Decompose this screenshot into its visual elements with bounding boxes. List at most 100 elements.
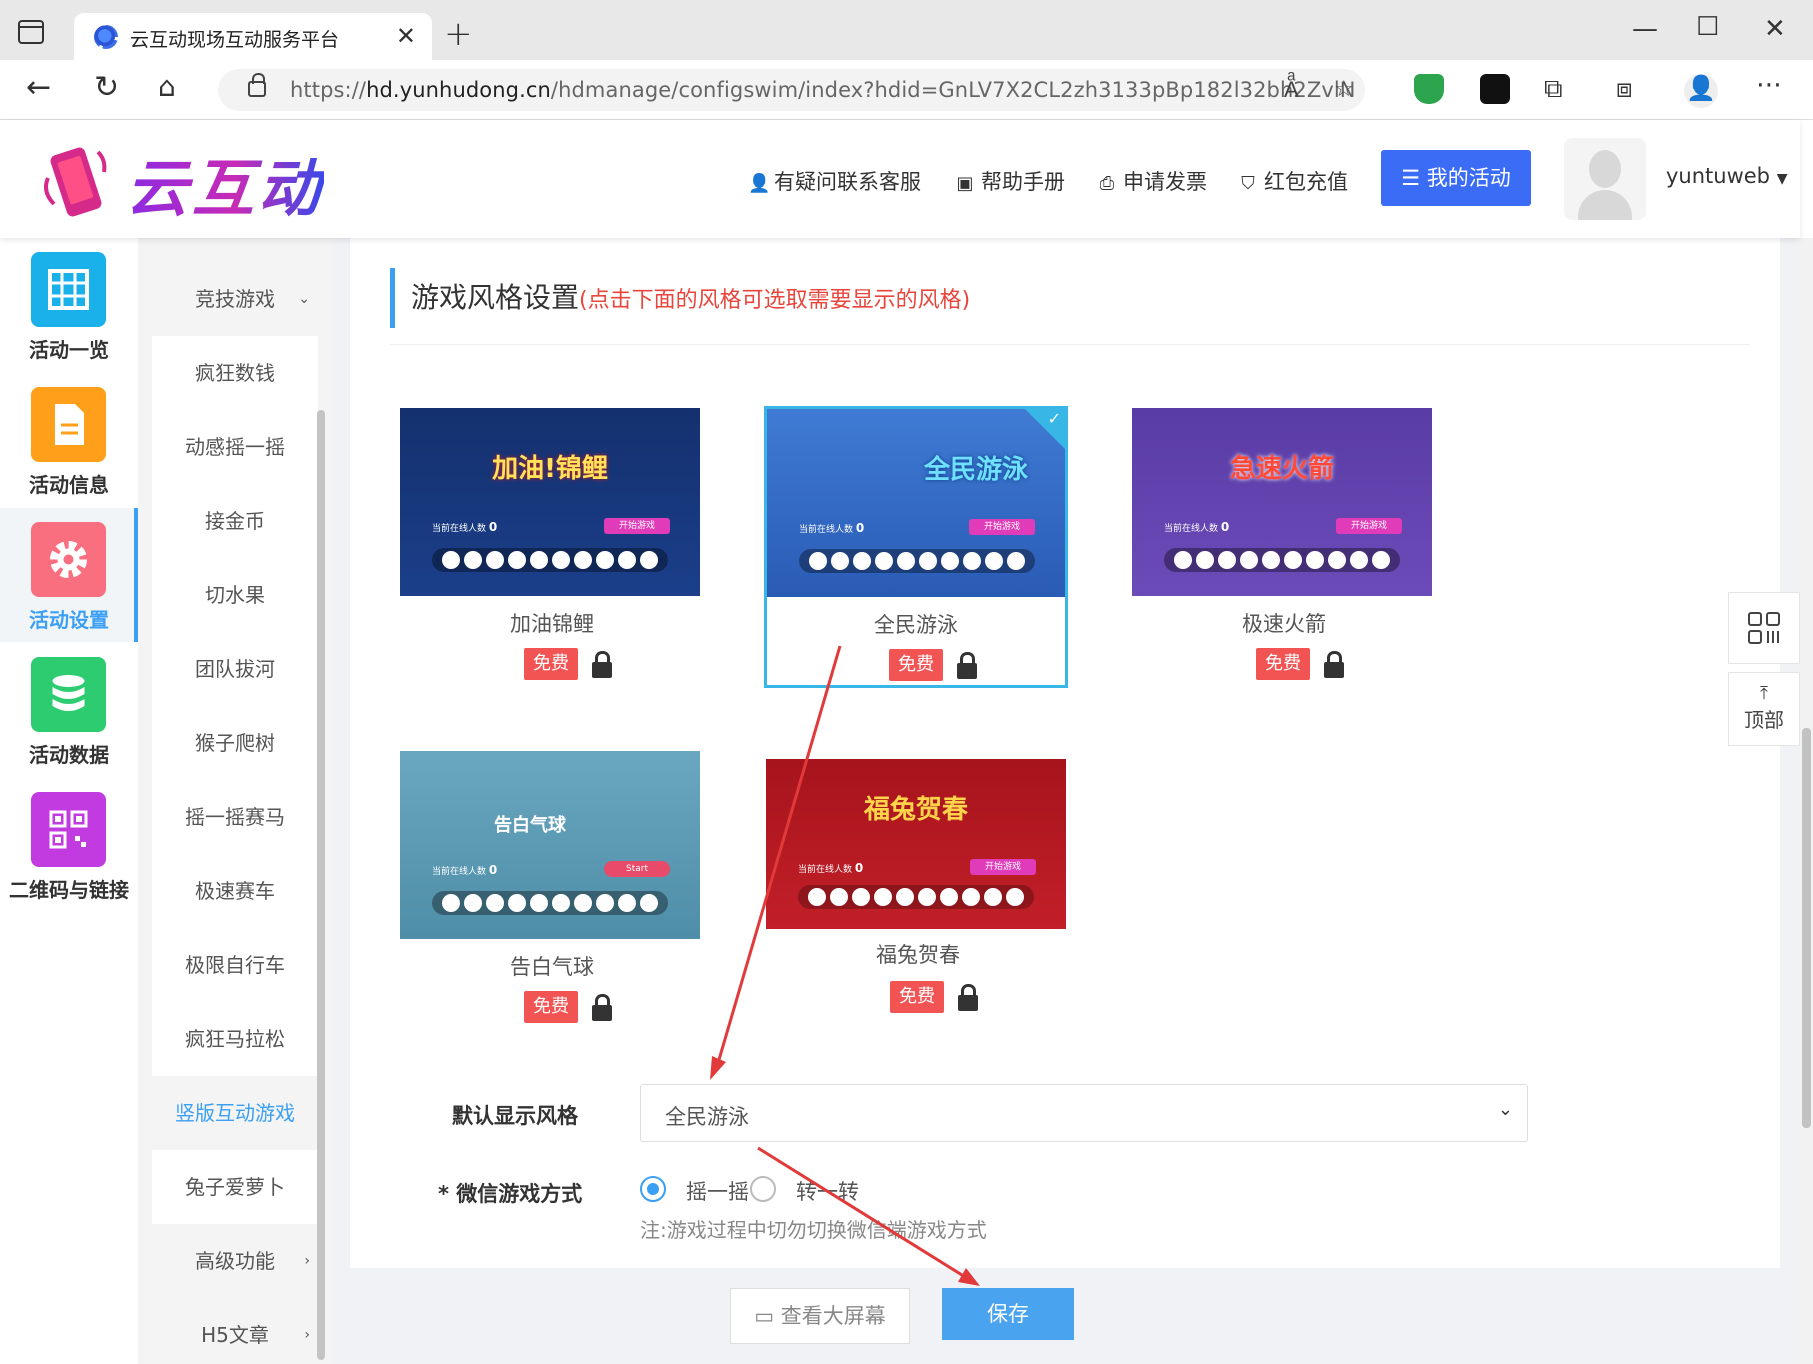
divider — [390, 344, 1750, 345]
player-dots — [798, 885, 1034, 909]
qrcode-icon — [1748, 612, 1780, 644]
left-nav: 活动一览 活动信息 活动设置 活动数据 二维码与链接 — [0, 238, 138, 1364]
online-count: 当前在线人数 0 — [799, 521, 865, 535]
browser-toolbar: ← ↻ ⌂ https://hd.yunhudong.cn/hdmanage/c… — [0, 60, 1813, 120]
book-icon: ▣ — [956, 173, 974, 194]
player-dots — [432, 891, 668, 915]
nav-qrcode-links[interactable]: 二维码与链接 — [0, 778, 138, 912]
monitor-icon: ▭ — [754, 1304, 781, 1328]
invoice-link[interactable]: ⎙ 申请发票 — [1097, 166, 1207, 196]
my-activity-button[interactable]: ☰ 我的活动 — [1381, 150, 1531, 206]
submenu-item-active[interactable]: 竖版互动游戏 — [152, 1076, 318, 1150]
default-style-select[interactable]: 全民游泳 ⌄ — [640, 1084, 1528, 1142]
nav-activity-data[interactable]: 活动数据 — [0, 643, 138, 777]
thumb-start-button: 开始游戏 — [1336, 518, 1402, 534]
submenu-item[interactable]: 动感摇一摇 — [152, 410, 318, 484]
online-count: 当前在线人数 0 — [432, 520, 498, 534]
free-badge: 免费 — [889, 649, 943, 681]
arrow-up-icon: ⤒ — [1760, 683, 1768, 704]
new-tab-icon[interactable]: + — [444, 14, 473, 54]
nav-activity-settings[interactable]: 活动设置 — [0, 508, 138, 642]
favorite-add-icon[interactable]: ☆ — [1334, 77, 1354, 102]
submenu-competitive-games[interactable]: 竞技游戏 ⌄ — [152, 262, 318, 336]
style-card-koi[interactable]: 加油!锦鲤 当前在线人数 0 开始游戏 加油锦鲤 免费 — [400, 408, 704, 690]
lock-icon[interactable] — [248, 73, 266, 97]
submenu-item[interactable]: 切水果 — [152, 558, 318, 632]
sidebar-toggle-icon[interactable] — [18, 20, 44, 44]
submenu-advanced[interactable]: 高级功能 › — [152, 1224, 318, 1298]
logo-text[interactable]: 云互动 — [126, 138, 324, 228]
submenu-item[interactable]: 猴子爬树 — [152, 706, 318, 780]
recharge-link[interactable]: ⛉ 红包充值 — [1238, 166, 1348, 196]
submenu-item[interactable]: 团队拔河 — [152, 632, 318, 706]
radio-label-spin[interactable]: 转一转 — [796, 1176, 859, 1206]
list-icon: ☰ — [1401, 166, 1427, 190]
lock-icon — [958, 984, 978, 1011]
shield-extension-icon[interactable] — [1414, 74, 1444, 104]
style-thumbnail: 急速火箭 当前在线人数 0 开始游戏 — [1132, 408, 1432, 596]
chevron-right-icon: › — [304, 1253, 310, 1269]
nav-label: 二维码与链接 — [9, 878, 129, 902]
gear-icon — [31, 522, 106, 597]
refresh-icon[interactable]: ↻ — [94, 70, 119, 105]
nav-activity-info[interactable]: 活动信息 — [0, 373, 138, 507]
page-scrollbar[interactable] — [1800, 238, 1813, 1364]
lock-icon — [592, 994, 612, 1021]
style-card-swim-selected[interactable]: 全民游泳 当前在线人数 0 开始游戏 ✓ 全民游泳 免费 — [764, 406, 1068, 688]
back-to-top-button[interactable]: ⤒ 顶部 — [1728, 672, 1800, 746]
main-content: 游戏风格设置(点击下面的风格可选取需要显示的风格) 加油!锦鲤 当前在线人数 0… — [332, 238, 1800, 1364]
back-icon[interactable]: ← — [26, 70, 51, 105]
style-name: 加油锦鲤 — [510, 612, 594, 636]
more-icon[interactable]: ⋯ — [1756, 70, 1782, 100]
tab-bar: 云互动现场互动服务平台 ✕ + — ☐ ✕ — [0, 0, 1813, 60]
settings-panel: 游戏风格设置(点击下面的风格可选取需要显示的风格) 加油!锦鲤 当前在线人数 0… — [350, 238, 1780, 1268]
minimize-icon[interactable]: — — [1632, 14, 1658, 44]
game-extension-icon[interactable] — [1480, 74, 1510, 104]
submenu-item[interactable]: 疯狂数钱 — [152, 336, 318, 410]
browser-tab[interactable]: 云互动现场互动服务平台 ✕ — [74, 13, 432, 60]
address-bar[interactable]: https://hd.yunhudong.cn/hdmanage/configs… — [218, 69, 1365, 111]
lock-icon — [1324, 651, 1344, 678]
section-title: 游戏风格设置(点击下面的风格可选取需要显示的风格) — [390, 268, 970, 328]
style-card-balloon[interactable]: 告白气球 当前在线人数 0 Start 告白气球 免费 — [400, 751, 704, 1033]
submenu-h5-article[interactable]: H5文章 › — [152, 1298, 318, 1364]
nav-activity-overview[interactable]: 活动一览 — [0, 238, 138, 372]
thumb-title: 福兔贺春 — [863, 795, 968, 825]
style-card-rocket[interactable]: 急速火箭 当前在线人数 0 开始游戏 极速火箭 免费 — [1132, 408, 1436, 690]
nav-label: 活动信息 — [29, 473, 109, 497]
submenu-item[interactable]: 接金币 — [152, 484, 318, 558]
style-card-rabbit[interactable]: 福兔贺春 当前在线人数 0 开始游戏 福兔贺春 免费 — [766, 759, 1070, 1019]
collections-icon[interactable]: ⧈ — [1616, 74, 1633, 105]
contact-support-link[interactable]: 👤 有疑问联系客服 — [748, 166, 921, 196]
read-aloud-icon[interactable]: A͏ͣ — [1284, 77, 1299, 103]
shield-check-icon: ⛉ — [1241, 173, 1255, 194]
wechat-mode-label: * 微信游戏方式 — [438, 1182, 583, 1206]
thumb-start-button: 开始游戏 — [604, 518, 670, 534]
view-big-screen-button[interactable]: ▭ 查看大屏幕 — [730, 1288, 910, 1344]
save-button[interactable]: 保存 — [942, 1288, 1074, 1340]
radio-label-shake[interactable]: 摇一摇 — [686, 1176, 749, 1206]
maximize-icon[interactable]: ☐ — [1696, 12, 1719, 42]
submenu-scrollbar[interactable] — [317, 410, 325, 1360]
submenu-item[interactable]: 极速赛车 — [152, 854, 318, 928]
close-tab-icon[interactable]: ✕ — [396, 22, 416, 50]
style-name: 全民游泳 — [874, 613, 958, 637]
player-dots — [799, 549, 1035, 573]
style-name: 极速火箭 — [1242, 612, 1326, 636]
radio-shake[interactable] — [640, 1176, 666, 1202]
radio-spin[interactable] — [750, 1176, 776, 1202]
chevron-down-icon: ⌄ — [1497, 1099, 1513, 1120]
submenu-item[interactable]: 极限自行车 — [152, 928, 318, 1002]
submenu-item[interactable]: 摇一摇赛马 — [152, 780, 318, 854]
avatar[interactable] — [1564, 138, 1646, 220]
extensions-icon[interactable]: ⧉ — [1544, 74, 1563, 105]
username-dropdown[interactable]: yuntuweb ▼ — [1666, 164, 1787, 188]
submenu-item[interactable]: 兔子爱萝卜 — [152, 1150, 318, 1224]
chevron-down-icon: ⌄ — [298, 291, 310, 307]
submenu-item[interactable]: 疯狂马拉松 — [152, 1002, 318, 1076]
help-manual-link[interactable]: ▣ 帮助手册 — [955, 166, 1065, 196]
close-window-icon[interactable]: ✕ — [1764, 14, 1786, 44]
home-icon[interactable]: ⌂ — [158, 70, 176, 103]
profile-icon[interactable]: 👤 — [1684, 74, 1718, 108]
qrcode-float-button[interactable] — [1728, 592, 1800, 664]
